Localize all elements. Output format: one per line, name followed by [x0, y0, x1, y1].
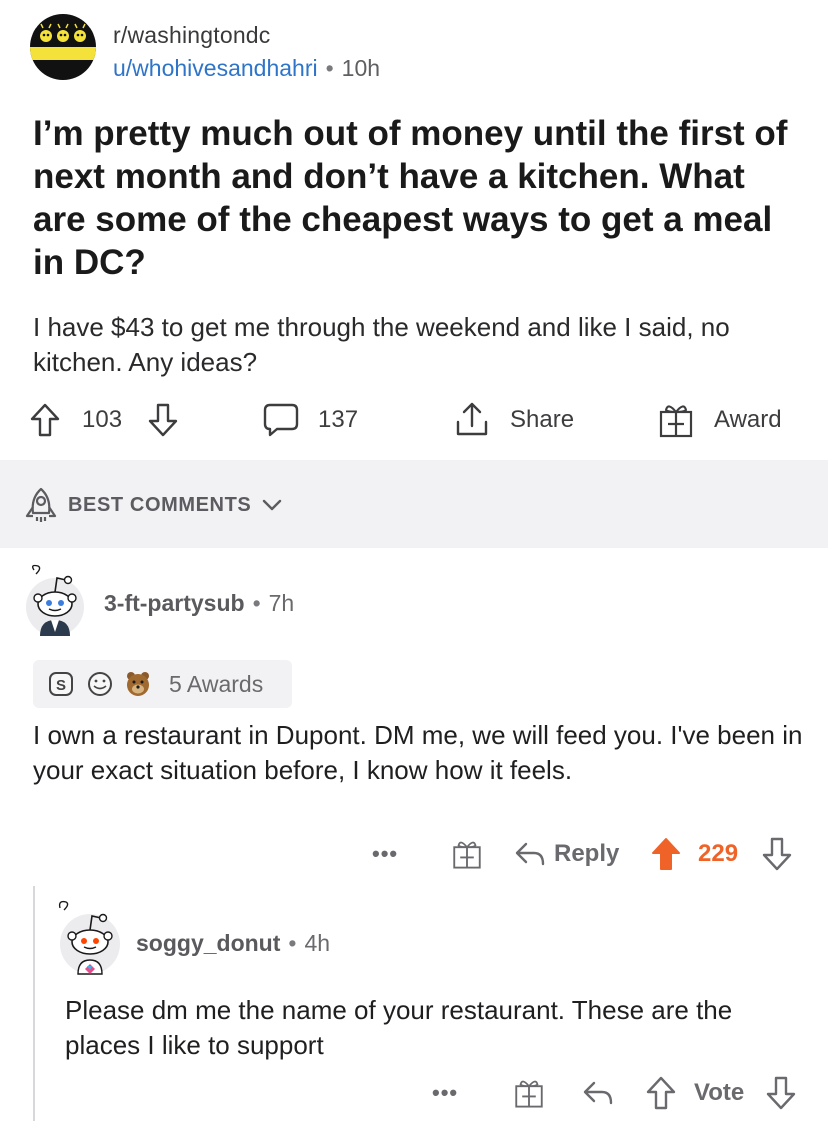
- award-button[interactable]: [450, 832, 484, 876]
- reply-author[interactable]: soggy_donut: [136, 930, 280, 956]
- thread-line[interactable]: [33, 886, 35, 1121]
- upvote-button-active[interactable]: [650, 832, 682, 876]
- chevron-down-icon: [263, 499, 282, 511]
- snoo-avatar-icon: [26, 564, 84, 636]
- comment-author[interactable]: 3-ft-partysub: [104, 590, 245, 616]
- comment-actions: ••• Reply 229: [370, 832, 810, 876]
- gift-icon: [453, 841, 481, 869]
- upvote-arrow-icon: [30, 403, 60, 437]
- upvote-button[interactable]: [30, 396, 60, 444]
- subreddit-name[interactable]: r/washingtondc: [113, 22, 380, 49]
- more-options-button[interactable]: •••: [432, 1071, 458, 1115]
- reply-label: Reply: [554, 840, 620, 867]
- post-body: I have $43 to get me through the weekend…: [33, 312, 730, 377]
- reply-arrow-icon: [583, 1081, 613, 1105]
- downvote-arrow-icon: [762, 837, 792, 871]
- post-author[interactable]: u/whohivesandhahri: [113, 55, 318, 81]
- downvote-button[interactable]: [148, 396, 178, 444]
- separator-dot: •: [325, 55, 334, 81]
- upvote-button[interactable]: [646, 1071, 676, 1115]
- separator-dot: •: [288, 930, 297, 956]
- post-vote-count: 103: [82, 406, 123, 433]
- downvote-arrow-icon: [766, 1076, 796, 1110]
- reply-arrow-icon: [515, 842, 545, 866]
- sort-selector[interactable]: BEST COMMENTS: [24, 486, 283, 524]
- reply-actions: ••• Vote: [430, 1071, 810, 1115]
- gift-icon: [659, 405, 693, 438]
- snoo-avatar-icon: [58, 900, 120, 975]
- upvote-arrow-icon: [646, 1076, 676, 1110]
- comment-age: 7h: [268, 590, 295, 616]
- gift-icon: [515, 1080, 543, 1108]
- downvote-button[interactable]: [766, 1071, 796, 1115]
- reply-text: Please dm me the name of your restaurant…: [65, 995, 733, 1060]
- reply-author-line: soggy_donut • 4h: [136, 930, 330, 957]
- comment-avatar[interactable]: [24, 562, 86, 636]
- post-title[interactable]: I’m pretty much out of money until the f…: [33, 112, 803, 284]
- share-button[interactable]: Share: [452, 396, 574, 444]
- upvote-arrow-icon: [652, 838, 680, 870]
- reply-age: 4h: [304, 930, 331, 956]
- separator-dot: •: [252, 590, 261, 616]
- vote-label: Vote: [694, 1079, 745, 1106]
- award-label: Award: [714, 406, 782, 433]
- comment-text: I own a restaurant in Dupont. DM me, we …: [33, 720, 803, 785]
- silver-award-icon: S: [49, 672, 73, 696]
- post-age: 10h: [341, 55, 381, 81]
- downvote-arrow-icon: [148, 403, 178, 437]
- downvote-button[interactable]: [762, 832, 792, 876]
- more-options-button[interactable]: •••: [372, 832, 398, 876]
- bear-award-icon: [127, 672, 149, 696]
- reply-button[interactable]: Reply: [514, 832, 619, 876]
- wholesome-award-icon: [88, 672, 112, 696]
- share-label: Share: [510, 406, 575, 433]
- post-action-bar: 103 137 Share Award: [30, 396, 800, 444]
- sort-label: BEST COMMENTS: [68, 493, 252, 516]
- reply-button[interactable]: [582, 1071, 614, 1115]
- post-header: r/washingtondc u/whohivesandhahri • 10h: [30, 14, 810, 84]
- reply-avatar[interactable]: [54, 898, 120, 976]
- award-button[interactable]: [512, 1071, 546, 1115]
- svg-text:S: S: [56, 677, 66, 694]
- awards-strip[interactable]: S 5 Awards: [33, 660, 292, 708]
- comment-count: 137: [318, 406, 359, 433]
- comment-bubble-icon: [263, 403, 299, 437]
- comment-author-line: 3-ft-partysub • 7h: [104, 590, 294, 617]
- post-meta: r/washingtondc u/whohivesandhahri • 10h: [113, 22, 380, 82]
- subreddit-avatar[interactable]: [30, 14, 96, 80]
- awards-count: 5 Awards: [169, 670, 264, 697]
- rocket-icon: [25, 487, 57, 522]
- comments-button[interactable]: 137: [262, 396, 358, 444]
- share-icon: [456, 402, 488, 436]
- comment-score: 229: [698, 840, 739, 867]
- award-button[interactable]: Award: [656, 396, 782, 444]
